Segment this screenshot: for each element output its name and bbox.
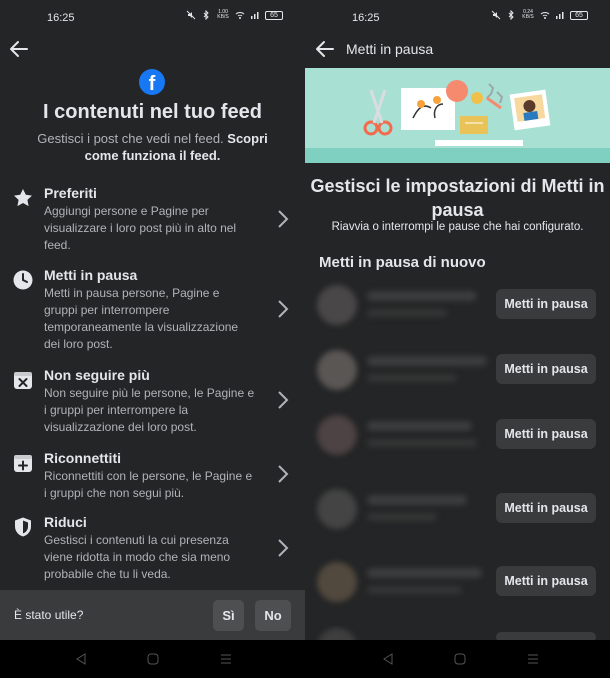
avatar: [317, 285, 357, 325]
nav-home-icon[interactable]: [453, 652, 467, 666]
menu-item-title: Riduci: [44, 514, 87, 530]
mute-icon: [186, 10, 196, 20]
blurred-detail: [367, 439, 477, 447]
blurred-detail: [367, 513, 437, 521]
network-speed: 1.00 KB/S: [217, 9, 229, 20]
nav-home-icon[interactable]: [146, 652, 160, 666]
page-subtitle: Gestisci i post che vedi nel feed. Scopr…: [37, 131, 268, 163]
blurred-name: [367, 568, 482, 578]
menu-item-desc: Riconnettiti con le persone, le Pagine e…: [44, 469, 253, 500]
pause-settings-screen: 16:25 0.24 KB/S 65 Metti in pausa Gestis…: [305, 0, 610, 678]
pause-button[interactable]: Metti in pausa: [496, 566, 596, 596]
menu-item-desc: Aggiungi persone e Pagine per visualizza…: [44, 204, 237, 252]
menu-item-non-seguire-piu[interactable]: Non seguire più Non seguire più le perso…: [0, 367, 305, 437]
system-nav-bar: [0, 640, 305, 678]
mute-icon: [491, 10, 501, 20]
status-time: 16:25: [47, 12, 75, 24]
menu-item-riconnettiti[interactable]: Riconnettiti Riconnettiti con le persone…: [0, 450, 305, 506]
system-nav-bar: [305, 640, 610, 678]
nav-back-icon[interactable]: [381, 652, 395, 666]
blurred-name: [367, 291, 477, 301]
blurred-detail: [367, 309, 447, 317]
status-bar: 16:25 1.00 KB/S 65: [0, 0, 305, 38]
chevron-right-icon: [278, 300, 289, 318]
status-bar: 16:25 0.24 KB/S 65: [305, 0, 610, 38]
blurred-name: [367, 356, 487, 366]
clock-icon: [13, 270, 33, 290]
menu-item-desc: Gestisci i contenuti la cui presenza vie…: [44, 533, 231, 581]
network-speed: 0.24 KB/S: [522, 9, 534, 20]
blurred-detail: [367, 374, 457, 382]
header-title: Metti in pausa: [346, 41, 434, 57]
facebook-logo-icon: f: [139, 69, 165, 95]
battery-indicator: 65: [265, 10, 283, 20]
menu-item-preferiti[interactable]: Preferiti Aggiungi persone e Pagine per …: [0, 185, 305, 255]
menu-item-title: Riconnettiti: [44, 450, 121, 466]
pause-illustration: [305, 68, 610, 163]
blurred-name: [367, 495, 467, 505]
avatar: [317, 489, 357, 529]
list-item-partial: [305, 626, 610, 640]
blurred-name: [367, 421, 472, 431]
reconnect-icon: [14, 455, 32, 472]
blurred-detail: [367, 586, 462, 594]
arrow-left-icon: [10, 41, 28, 57]
chevron-right-icon: [278, 391, 289, 409]
pause-button[interactable]: Metti in pausa: [496, 493, 596, 523]
list-item: Metti in pausa: [305, 348, 610, 392]
menu-item-metti-in-pausa[interactable]: Metti in pausa Metti in pausa persone, P…: [0, 267, 305, 355]
list-item: Metti in pausa: [305, 413, 610, 457]
avatar: [317, 628, 357, 640]
chevron-right-icon: [278, 465, 289, 483]
feedback-question: È stato utile?: [14, 608, 84, 622]
pause-button-partial[interactable]: [496, 632, 596, 640]
menu-item-title: Non seguire più: [44, 367, 150, 383]
unfollow-icon: [14, 372, 32, 389]
feedback-bar: È stato utile? Sì No: [0, 590, 305, 640]
wifi-icon: [235, 12, 245, 19]
page-title: I contenuti nel tuo feed: [43, 101, 262, 123]
list-item: Metti in pausa: [305, 487, 610, 531]
wifi-icon: [540, 12, 550, 19]
yes-button[interactable]: Sì: [213, 600, 244, 631]
bluetooth-icon: [508, 10, 514, 20]
pause-button[interactable]: Metti in pausa: [496, 289, 596, 319]
nav-back-icon[interactable]: [74, 652, 88, 666]
status-icons: 1.00 KB/S 65: [186, 10, 283, 20]
shield-icon: [15, 517, 31, 537]
chevron-right-icon: [278, 210, 289, 228]
page-subtitle: Riavvia o interrompi le pause che hai co…: [331, 221, 584, 233]
bluetooth-icon: [203, 10, 209, 20]
signal-icon: [556, 12, 564, 19]
avatar: [317, 562, 357, 602]
star-icon: [14, 189, 32, 207]
status-time: 16:25: [352, 12, 380, 24]
arrow-left-icon: [316, 41, 334, 57]
status-icons: 0.24 KB/S 65: [491, 10, 588, 20]
chevron-right-icon: [278, 539, 289, 557]
menu-item-riduci[interactable]: Riduci Gestisci i contenuti la cui prese…: [0, 514, 305, 586]
menu-item-title: Metti in pausa: [44, 267, 138, 283]
signal-icon: [251, 12, 259, 19]
menu-item-title: Preferiti: [44, 185, 97, 201]
list-item: Metti in pausa: [305, 560, 610, 604]
avatar: [317, 415, 357, 455]
pause-button[interactable]: Metti in pausa: [496, 354, 596, 384]
avatar: [317, 350, 357, 390]
feed-settings-screen: 16:25 1.00 KB/S 65 f I contenuti nel tuo…: [0, 0, 305, 678]
menu-item-desc: Metti in pausa persone, Pagine e gruppi …: [44, 286, 239, 351]
list-item: Metti in pausa: [305, 283, 610, 327]
back-button[interactable]: [314, 38, 340, 60]
illustration-image: [305, 68, 610, 163]
menu-item-desc: Non seguire più le persone, le Pagine e …: [44, 386, 255, 434]
back-button[interactable]: [8, 38, 34, 60]
nav-recents-icon[interactable]: [219, 652, 233, 666]
pause-button[interactable]: Metti in pausa: [496, 419, 596, 449]
section-title: Metti in pausa di nuovo: [319, 254, 486, 271]
nav-recents-icon[interactable]: [526, 652, 540, 666]
battery-indicator: 65: [570, 10, 588, 20]
page-title: Gestisci le impostazioni di Metti in pau…: [310, 176, 605, 220]
no-button[interactable]: No: [255, 600, 291, 631]
